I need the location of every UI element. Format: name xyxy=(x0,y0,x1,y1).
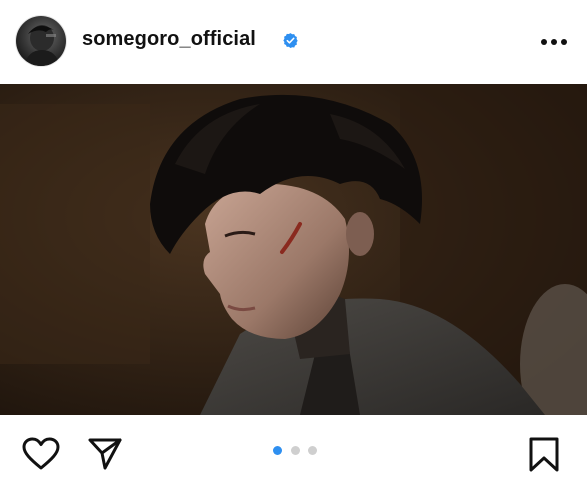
heart-icon[interactable] xyxy=(22,437,60,471)
bookmark-icon[interactable] xyxy=(528,437,560,473)
profile-avatar[interactable] xyxy=(16,16,66,66)
avatar-image xyxy=(24,25,60,66)
post-action-bar xyxy=(0,415,587,483)
username[interactable]: somegoro_official xyxy=(82,28,256,51)
carousel-dot-1 xyxy=(273,446,282,455)
verified-badge-icon xyxy=(283,33,298,48)
carousel-dot-3 xyxy=(308,446,317,455)
post-photo[interactable] xyxy=(0,84,587,415)
more-options-icon[interactable] xyxy=(540,38,568,46)
photo-content xyxy=(0,84,587,415)
carousel-indicator xyxy=(273,446,319,456)
carousel-dot-2 xyxy=(291,446,300,455)
send-icon[interactable] xyxy=(88,437,122,471)
post-header: somegoro_official xyxy=(0,0,587,84)
